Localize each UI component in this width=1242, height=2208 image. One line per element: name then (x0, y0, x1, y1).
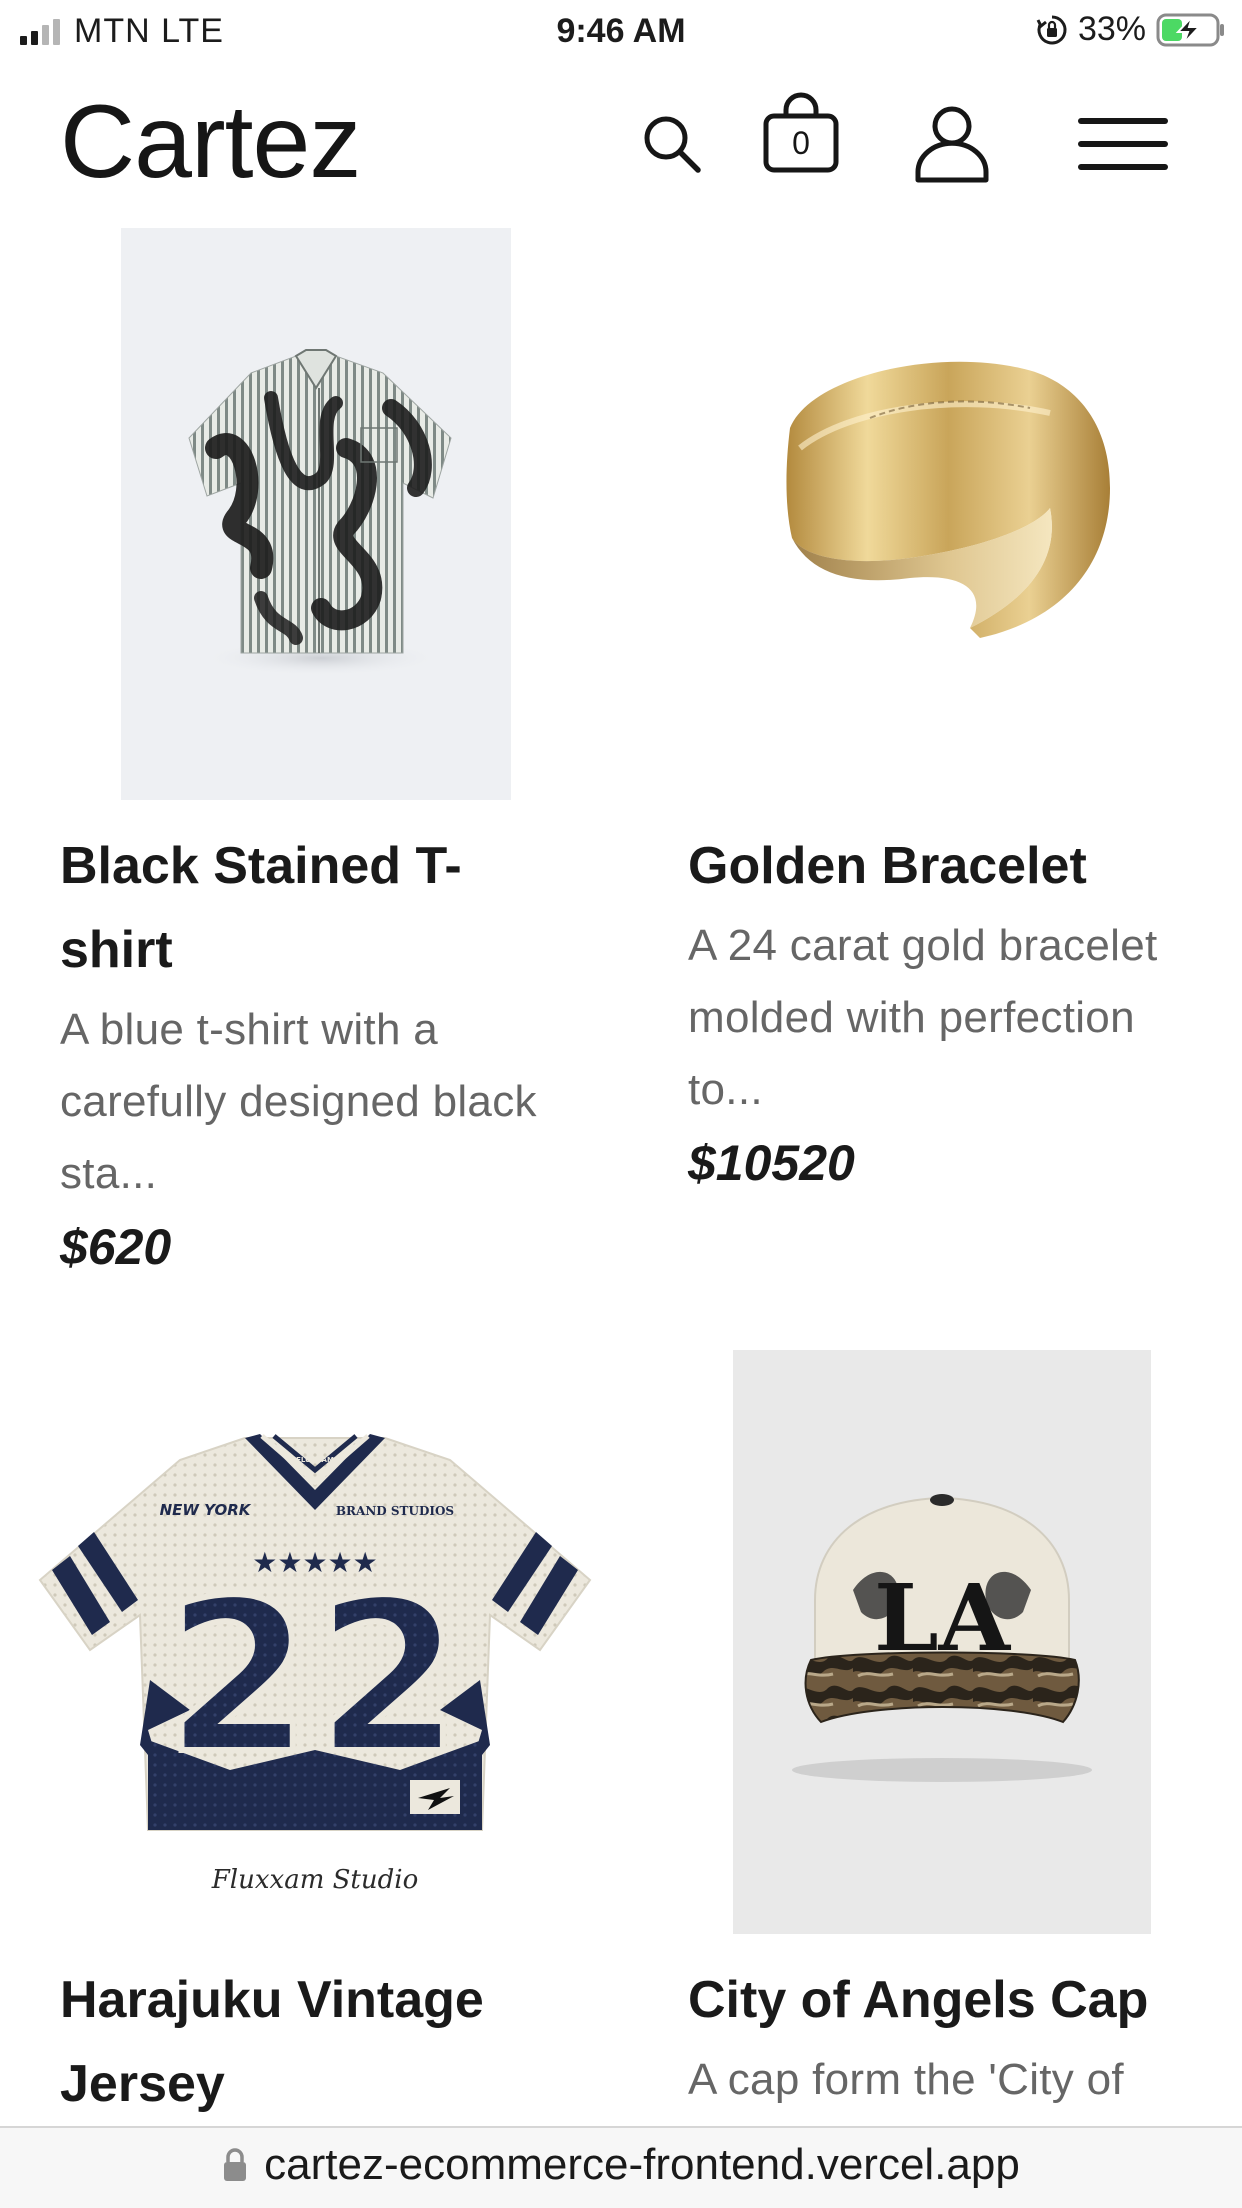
product-title-line: Golden Bracelet (688, 837, 1087, 895)
striped-shirt-image (188, 349, 452, 676)
la-cap-image: LA (792, 1494, 1092, 1782)
product-image[interactable]: NEW YORK BRAND STUDIOS FLUXXAM ★★★★★ 22 … (30, 1350, 600, 1934)
jersey-right-chest-text: BRAND STUDIOS (336, 1504, 454, 1518)
browser-url-bar[interactable]: cartez-ecommerce-frontend.vercel.app (0, 2126, 1242, 2208)
product-title-line: shirt (60, 921, 173, 979)
orientation-lock-icon (1036, 15, 1067, 44)
product-title-line: Black Stained T- (60, 837, 462, 895)
menu-button[interactable] (1076, 114, 1170, 174)
product-description-line: A cap form the 'City of (688, 2055, 1124, 2104)
product-image[interactable]: LA (733, 1350, 1151, 1934)
product-image[interactable] (730, 228, 1150, 800)
product-description-line: sta... (60, 1149, 158, 1198)
search-icon (644, 116, 701, 173)
product-description: A 24 carat gold bracelet molded with per… (688, 910, 1228, 1126)
status-bar: MTN LTE 9:46 AM 33% (0, 0, 1242, 62)
product-description: A blue t-shirt with a carefully designed… (60, 994, 620, 1210)
product-title-line: Harajuku Vintage (60, 1971, 484, 2029)
battery-charging-icon (1156, 13, 1224, 46)
jersey-number: 22 (165, 1555, 465, 1800)
jersey-image: NEW YORK BRAND STUDIOS FLUXXAM ★★★★★ 22 … (38, 1434, 592, 1895)
product-description-line: molded with perfection (688, 993, 1135, 1042)
hamburger-menu-icon (1078, 118, 1168, 170)
jersey-caption: Fluxxam Studio (211, 1865, 418, 1895)
brand-logo[interactable]: Cartez (60, 90, 361, 194)
jersey-collar-text: FLUXXAM (296, 1456, 334, 1464)
product-description-line: to... (688, 1065, 763, 1114)
product-description-line: A blue t-shirt with a (60, 1005, 439, 1054)
product-description-line: A 24 carat gold bracelet (688, 921, 1158, 970)
url-display[interactable]: cartez-ecommerce-frontend.vercel.app (0, 2140, 1242, 2190)
product-title[interactable]: Harajuku Vintage Jersey (60, 1958, 660, 2126)
lock-icon (224, 2148, 247, 2181)
product-image[interactable] (121, 228, 511, 800)
cart-button[interactable]: 0 (762, 92, 840, 174)
product-title[interactable]: City of Angels Cap (688, 1958, 1228, 2042)
cart-count: 0 (792, 125, 810, 161)
user-icon (915, 106, 989, 183)
product-title[interactable]: Black Stained T- shirt (60, 824, 620, 992)
product-price: $10520 (688, 1135, 855, 1191)
product-price: $620 (60, 1219, 172, 1275)
gold-bracelet-image (786, 361, 1110, 638)
product-description-line: carefully designed black (60, 1077, 537, 1126)
battery-percent: 33% (1077, 10, 1146, 48)
jersey-left-chest-text: NEW YORK (160, 1501, 252, 1519)
product-title-line: Jersey (60, 2055, 225, 2113)
status-right: 33% (1036, 10, 1226, 49)
account-button[interactable] (912, 104, 992, 184)
search-button[interactable] (640, 112, 704, 176)
product-description: A cap form the 'City of (688, 2044, 1228, 2116)
site-header: Cartez 0 (0, 62, 1242, 222)
url-text[interactable]: cartez-ecommerce-frontend.vercel.app (264, 2140, 1020, 2190)
product-title-line: City of Angels Cap (688, 1971, 1149, 2029)
product-title[interactable]: Golden Bracelet (688, 824, 1228, 908)
